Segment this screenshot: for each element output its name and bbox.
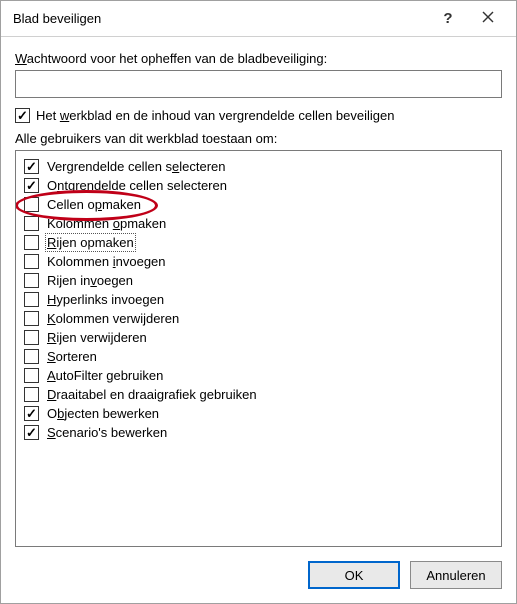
permission-label: Hyperlinks invoegen xyxy=(47,292,164,307)
button-bar: OK Annuleren xyxy=(1,547,516,603)
permission-checkbox[interactable] xyxy=(24,197,39,212)
permission-row[interactable]: AutoFilter gebruiken xyxy=(24,366,493,385)
permission-label: AutoFilter gebruiken xyxy=(47,368,163,383)
permission-label: Sorteren xyxy=(47,349,97,364)
permission-row[interactable]: Hyperlinks invoegen xyxy=(24,290,493,309)
permission-row[interactable]: Ontgrendelde cellen selecteren xyxy=(24,176,493,195)
close-icon xyxy=(482,10,494,27)
permission-label: Scenario's bewerken xyxy=(47,425,167,440)
permission-checkbox[interactable] xyxy=(24,159,39,174)
permission-label: Kolommen opmaken xyxy=(47,216,166,231)
cancel-button[interactable]: Annuleren xyxy=(410,561,502,589)
titlebar-title: Blad beveiligen xyxy=(13,11,428,26)
protect-contents-checkbox[interactable] xyxy=(15,108,30,123)
permission-checkbox[interactable] xyxy=(24,368,39,383)
protect-contents-row[interactable]: Het werkblad en de inhoud van vergrendel… xyxy=(15,108,502,123)
permission-label: Rijen verwijderen xyxy=(47,330,147,345)
permission-row[interactable]: Rijen invoegen xyxy=(24,271,493,290)
dialog-content: Wachtwoord voor het opheffen van de blad… xyxy=(1,37,516,547)
permission-label: Ontgrendelde cellen selecteren xyxy=(47,178,227,193)
permission-label: Kolommen invoegen xyxy=(47,254,166,269)
permission-checkbox[interactable] xyxy=(24,273,39,288)
protect-sheet-dialog: Blad beveiligen ? Wachtwoord voor het op… xyxy=(0,0,517,604)
permission-checkbox[interactable] xyxy=(24,425,39,440)
close-button[interactable] xyxy=(468,5,508,33)
permission-row[interactable]: Scenario's bewerken xyxy=(24,423,493,442)
permission-label: Rijen opmaken xyxy=(47,235,134,250)
titlebar: Blad beveiligen ? xyxy=(1,1,516,37)
help-icon: ? xyxy=(443,10,452,27)
permissions-label: Alle gebruikers van dit werkblad toestaa… xyxy=(15,131,502,146)
permission-label: Vergrendelde cellen selecteren xyxy=(47,159,226,174)
permission-row[interactable]: Vergrendelde cellen selecteren xyxy=(24,157,493,176)
permission-row[interactable]: Draaitabel en draaigrafiek gebruiken xyxy=(24,385,493,404)
permission-checkbox[interactable] xyxy=(24,235,39,250)
password-input[interactable] xyxy=(15,70,502,98)
protect-contents-label: Het werkblad en de inhoud van vergrendel… xyxy=(36,108,394,123)
permission-checkbox[interactable] xyxy=(24,292,39,307)
permission-row[interactable]: Cellen opmaken xyxy=(24,195,493,214)
permission-label: Rijen invoegen xyxy=(47,273,133,288)
permission-row[interactable]: Kolommen invoegen xyxy=(24,252,493,271)
help-button[interactable]: ? xyxy=(428,5,468,33)
permission-checkbox[interactable] xyxy=(24,387,39,402)
permission-row[interactable]: Rijen verwijderen xyxy=(24,328,493,347)
permission-checkbox[interactable] xyxy=(24,178,39,193)
permission-row[interactable]: Kolommen verwijderen xyxy=(24,309,493,328)
password-label: Wachtwoord voor het opheffen van de blad… xyxy=(15,51,502,66)
permission-label: Cellen opmaken xyxy=(47,197,141,212)
permission-row[interactable]: Rijen opmaken xyxy=(24,233,493,252)
permission-row[interactable]: Objecten bewerken xyxy=(24,404,493,423)
permission-row[interactable]: Kolommen opmaken xyxy=(24,214,493,233)
permission-checkbox[interactable] xyxy=(24,216,39,231)
permission-label: Objecten bewerken xyxy=(47,406,159,421)
permission-row[interactable]: Sorteren xyxy=(24,347,493,366)
permission-checkbox[interactable] xyxy=(24,406,39,421)
permission-checkbox[interactable] xyxy=(24,349,39,364)
permission-label: Draaitabel en draaigrafiek gebruiken xyxy=(47,387,257,402)
ok-button[interactable]: OK xyxy=(308,561,400,589)
permission-label: Kolommen verwijderen xyxy=(47,311,179,326)
permission-checkbox[interactable] xyxy=(24,330,39,345)
permissions-list[interactable]: Vergrendelde cellen selecteren Ontgrendel… xyxy=(15,150,502,547)
permission-checkbox[interactable] xyxy=(24,311,39,326)
permission-checkbox[interactable] xyxy=(24,254,39,269)
